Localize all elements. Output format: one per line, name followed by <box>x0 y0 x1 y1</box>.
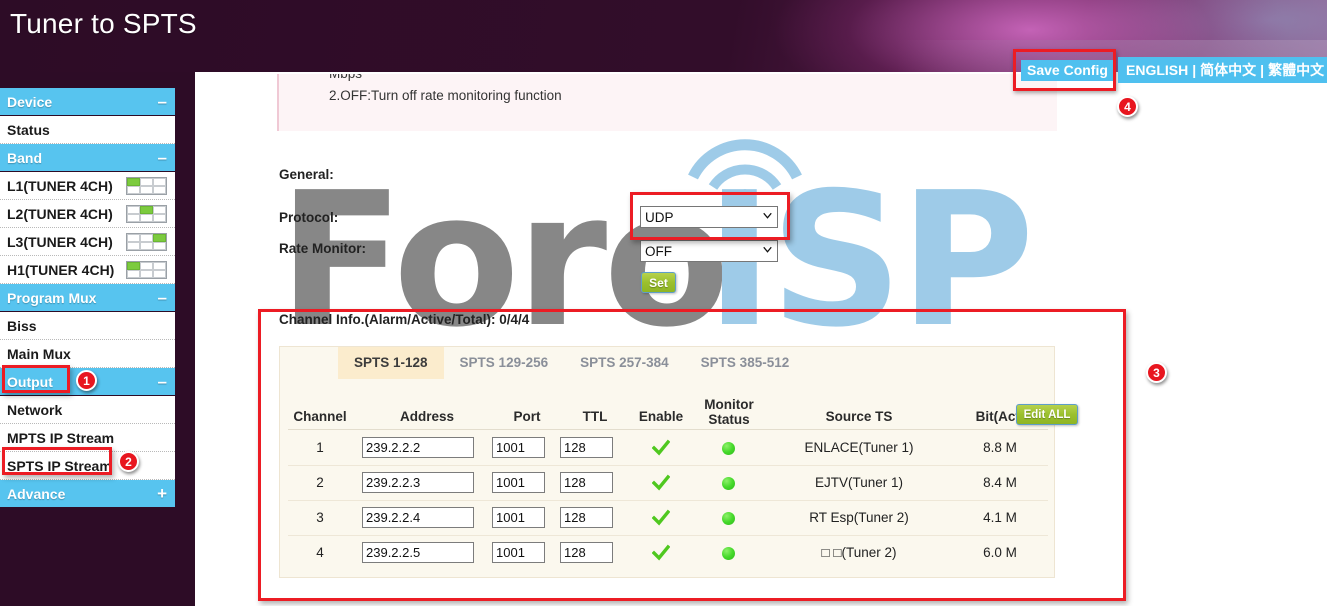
lang-simplified-chinese[interactable]: 简体中文 <box>1200 60 1256 80</box>
lang-traditional-chinese[interactable]: 繁體中文 <box>1268 60 1324 80</box>
content-right-fill <box>1116 83 1327 606</box>
sidebar-item-status[interactable]: Status <box>0 116 175 144</box>
sidebar-group-advance-label: Advance <box>7 485 66 502</box>
sidebar-item-biss-label: Biss <box>7 317 37 334</box>
sidebar-item-l1-tuner[interactable]: L1(TUNER 4CH) <box>0 172 175 200</box>
sidebar-item-h1-label: H1(TUNER 4CH) <box>7 261 115 278</box>
sidebar-item-h1-tuner[interactable]: H1(TUNER 4CH) <box>0 256 175 284</box>
sidebar-item-main-mux-label: Main Mux <box>7 345 71 362</box>
annotation-badge-1: 1 <box>76 370 97 391</box>
annotation-badge-4: 4 <box>1117 96 1138 117</box>
sidebar-group-band-label: Band <box>7 149 42 166</box>
language-selector[interactable]: ENGLISH | 简体中文 | 繁體中文 <box>1118 57 1327 83</box>
highlight-protocol-select <box>630 192 790 240</box>
highlight-spts-ip-stream-menu <box>2 447 112 475</box>
highlight-spts-table-panel <box>258 309 1126 601</box>
sidebar-item-l3-label: L3(TUNER 4CH) <box>7 233 113 250</box>
rate-monitor-label: Rate Monitor: <box>279 241 366 256</box>
band-grid-icon <box>126 176 167 195</box>
general-section-label: General: <box>279 167 334 182</box>
notice-line-2: 2.OFF:Turn off rate monitoring function <box>329 88 562 103</box>
sidebar-item-biss[interactable]: Biss <box>0 312 175 340</box>
notice-box: Mbps 2.OFF:Turn off rate monitoring func… <box>277 74 1057 131</box>
lang-separator-1: | <box>1192 62 1197 78</box>
lang-english[interactable]: ENGLISH <box>1126 62 1188 78</box>
collapse-minus-icon[interactable]: – <box>158 289 167 306</box>
sidebar-item-network-label: Network <box>7 401 63 418</box>
sidebar-item-main-mux[interactable]: Main Mux <box>0 340 175 368</box>
sidebar-item-network[interactable]: Network <box>0 396 175 424</box>
set-button[interactable]: Set <box>641 272 676 293</box>
lang-separator-2: | <box>1260 62 1265 78</box>
band-grid-icon <box>126 260 167 279</box>
sidebar-group-device-label: Device <box>7 93 53 110</box>
rate-monitor-select[interactable]: OFF <box>640 240 778 262</box>
page-root: Tuner to SPTS Foro ISP Mbps 2.OFF:Turn o… <box>0 0 1327 606</box>
highlight-save-config <box>1013 49 1116 91</box>
sidebar-item-status-label: Status <box>7 121 50 138</box>
annotation-badge-2: 2 <box>118 451 139 472</box>
highlight-output-menu <box>2 365 70 393</box>
sidebar-item-l2-tuner[interactable]: L2(TUNER 4CH) <box>0 200 175 228</box>
collapse-minus-icon[interactable]: – <box>158 93 167 110</box>
rate-monitor-select-wrap: OFF <box>640 240 778 262</box>
sidebar-item-l3-tuner[interactable]: L3(TUNER 4CH) <box>0 228 175 256</box>
band-grid-icon <box>126 232 167 251</box>
sidebar-item-l2-label: L2(TUNER 4CH) <box>7 205 113 222</box>
notice-line-1: Mbps <box>329 74 362 81</box>
collapse-minus-icon[interactable]: – <box>158 373 167 390</box>
sidebar: Device – Status Band – L1(TUNER 4CH) L2(… <box>0 88 175 508</box>
sidebar-group-program-mux[interactable]: Program Mux – <box>0 284 175 311</box>
annotation-badge-3: 3 <box>1146 362 1167 383</box>
page-title: Tuner to SPTS <box>10 8 197 39</box>
sidebar-group-program-mux-label: Program Mux <box>7 289 97 306</box>
expand-plus-icon[interactable]: + <box>157 485 167 502</box>
sidebar-item-mpts-label: MPTS IP Stream <box>7 429 115 446</box>
sidebar-group-device[interactable]: Device – <box>0 88 175 115</box>
sidebar-group-advance[interactable]: Advance + <box>0 480 175 507</box>
collapse-minus-icon[interactable]: – <box>158 149 167 166</box>
sidebar-item-l1-label: L1(TUNER 4CH) <box>7 177 113 194</box>
band-grid-icon <box>126 204 167 223</box>
sidebar-group-band[interactable]: Band – <box>0 144 175 171</box>
protocol-label: Protocol: <box>279 210 339 225</box>
